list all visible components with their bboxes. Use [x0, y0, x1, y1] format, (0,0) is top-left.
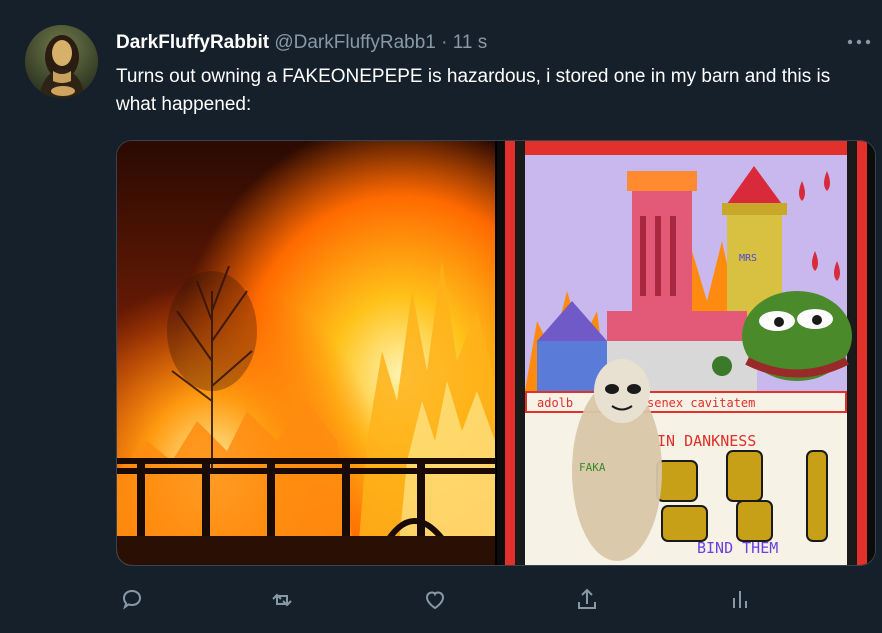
tweet-actions	[116, 584, 756, 616]
display-name[interactable]: DarkFluffyRabbit	[116, 32, 269, 53]
card-text-top-left: adolb	[537, 396, 573, 410]
tweet[interactable]: DarkFluffyRabbit @DarkFluffyRabb1 · 11 s…	[0, 0, 882, 633]
retweet-icon[interactable]	[266, 584, 298, 616]
fake-pepe-card-art[interactable]: adolb senex cavitatem IN DANKNESS BIND T…	[497, 141, 875, 565]
card-text-vertical: FAKA	[579, 461, 606, 474]
user-handle[interactable]: @DarkFluffyRabb1	[274, 32, 436, 53]
like-icon[interactable]	[419, 584, 451, 616]
tweet-media[interactable]: adolb senex cavitatem IN DANKNESS BIND T…	[116, 140, 876, 566]
tweet-text: Turns out owning a FAKEONEPEPE is hazard…	[116, 66, 831, 115]
separator-dot: ·	[441, 32, 448, 53]
reply-icon[interactable]	[116, 584, 148, 616]
card-text-middle: IN DANKNESS	[657, 432, 756, 450]
burning-barn-photo[interactable]	[117, 141, 495, 565]
card-text-tower: MRS	[739, 253, 757, 264]
mona-lisa-avatar[interactable]	[25, 25, 98, 98]
analytics-icon[interactable]	[724, 584, 756, 616]
share-icon[interactable]	[571, 584, 603, 616]
timestamp[interactable]: 11 s	[453, 32, 488, 53]
tweet-header: DarkFluffyRabbit @DarkFluffyRabb1 · 11 s	[116, 32, 487, 54]
card-text-top-right: senex cavitatem	[647, 396, 755, 410]
more-horizontal-icon[interactable]	[846, 35, 872, 49]
